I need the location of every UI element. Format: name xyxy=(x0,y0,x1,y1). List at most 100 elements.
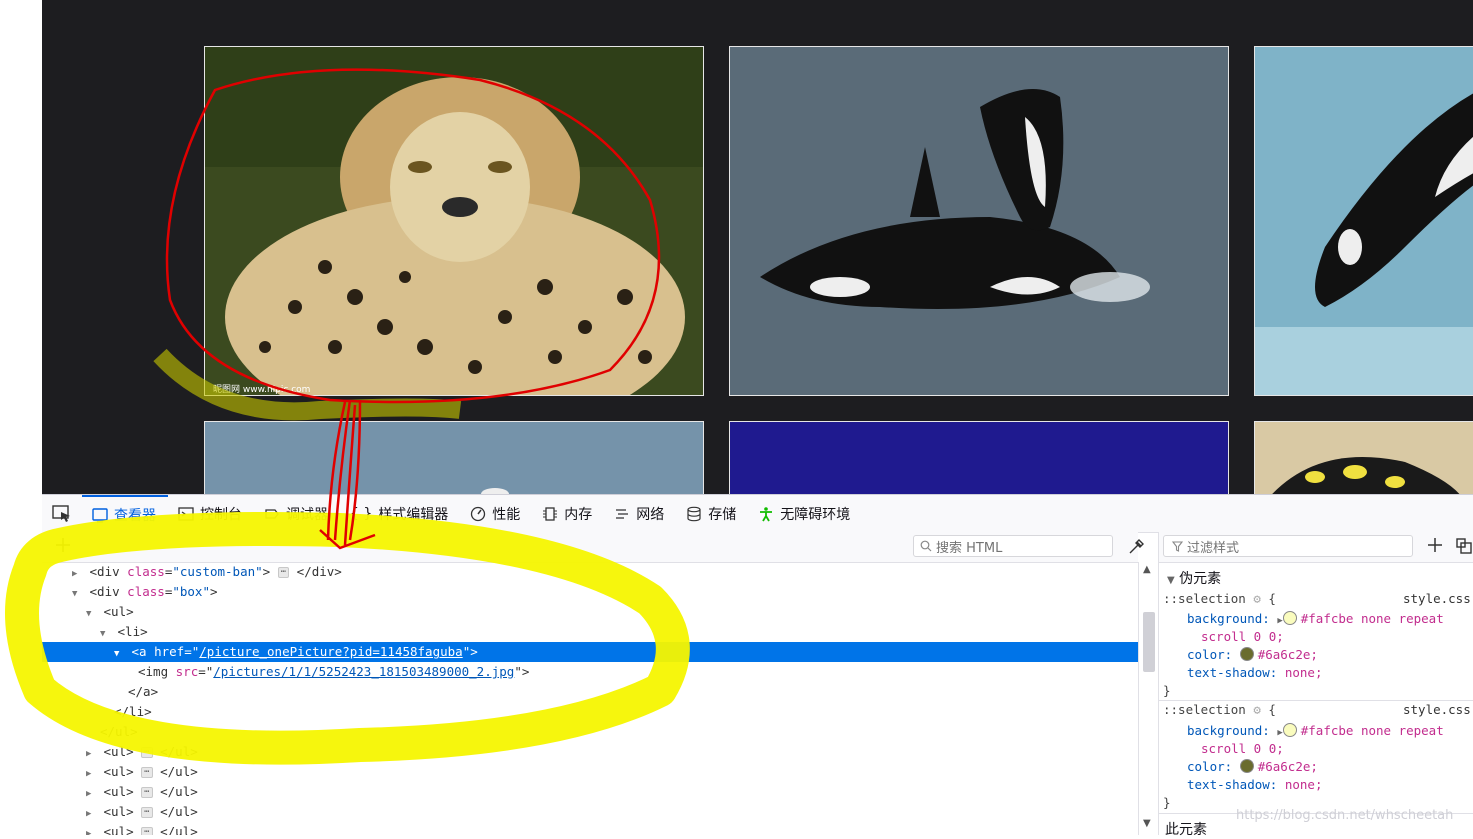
gallery-image-cheetah[interactable]: 昵图网 www.nipic.com xyxy=(204,46,704,396)
markup-node[interactable]: </li> xyxy=(42,702,1209,722)
collapsed-ellipsis[interactable]: ⋯ xyxy=(141,747,153,758)
rule-selector[interactable]: ::selection ⚙ { xyxy=(1163,590,1276,608)
collapsed-ellipsis[interactable]: ⋯ xyxy=(141,807,153,818)
expand-arrow-icon[interactable]: ▶ xyxy=(72,564,82,584)
gallery-image-sea[interactable] xyxy=(204,421,704,494)
scroll-up-icon[interactable]: ▲ xyxy=(1143,564,1151,575)
tab-accessibility[interactable]: 无障碍环境 xyxy=(748,495,862,532)
tab-performance[interactable]: 性能 xyxy=(460,495,532,532)
storage-icon xyxy=(687,506,701,521)
markup-node[interactable]: ▶ <ul> ⋯ </ul> xyxy=(42,802,1181,822)
color-swatch[interactable] xyxy=(1239,759,1254,773)
gear-icon[interactable]: ⚙ xyxy=(1253,591,1261,606)
expand-arrow-icon[interactable]: ▶ xyxy=(1277,728,1282,738)
markup-node[interactable]: ▼ <ul> xyxy=(42,602,1181,622)
tab-inspector[interactable]: 查看器 xyxy=(82,495,168,532)
collapse-arrow-icon[interactable]: ▼ xyxy=(86,604,96,624)
expand-arrow-icon[interactable]: ▶ xyxy=(86,744,96,764)
property-value: #6a6c2e; xyxy=(1257,759,1318,774)
expand-arrow-icon[interactable]: ▶ xyxy=(86,784,96,804)
declaration-text-shadow[interactable]: text-shadow: none; xyxy=(1187,664,1322,682)
filter-icon xyxy=(1172,540,1183,552)
tab-network[interactable]: 网络 xyxy=(604,495,676,532)
markup-node[interactable]: ▶ <ul> ⋯ </ul> xyxy=(42,782,1181,802)
tab-debugger[interactable]: 调试器 xyxy=(254,495,340,532)
expand-arrow-icon[interactable]: ▶ xyxy=(86,804,96,824)
scroll-down-icon[interactable]: ▼ xyxy=(1143,818,1151,829)
markup-scrollbar[interactable]: ▲ ▼ xyxy=(1138,562,1159,835)
devtools-panel: 查看器 控制台 调试器 { } 样式编辑器 性能 内存 网络 存储 无障碍环境 … xyxy=(42,494,1473,838)
tag-open: <a xyxy=(131,644,155,659)
gallery-image-butterfly[interactable] xyxy=(1254,421,1473,494)
eyedropper-icon xyxy=(1129,539,1144,554)
markup-node[interactable]: ▶ <ul> ⋯ </ul> xyxy=(42,762,1181,782)
markup-node[interactable]: <img src="/pictures/1/1/5252423_18150348… xyxy=(42,662,1233,682)
collapsed-ellipsis[interactable]: ⋯ xyxy=(141,767,153,778)
attr-value: "custom-ban" xyxy=(172,564,263,579)
declaration-background[interactable]: background: ▶ #fafcbe none repeat xyxy=(1187,610,1444,628)
rule-selector[interactable]: ::selection ⚙ { xyxy=(1163,701,1276,719)
markup-node[interactable]: ▶ <ul> ⋯ </ul> xyxy=(42,822,1181,835)
collapse-arrow-icon[interactable]: ▼ xyxy=(72,584,82,604)
tab-console[interactable]: 控制台 xyxy=(168,495,254,532)
tag-open: <li> xyxy=(117,624,148,639)
rule-source-link[interactable]: style.css xyxy=(1403,701,1471,719)
attr-name: class xyxy=(127,564,165,579)
collapse-arrow-icon[interactable]: ▼ xyxy=(100,624,110,644)
tab-storage[interactable]: 存储 xyxy=(676,495,748,532)
markup-node[interactable]: </ul> xyxy=(42,722,1195,742)
gear-icon[interactable]: ⚙ xyxy=(1253,702,1261,717)
selector-text: ::selection xyxy=(1163,591,1246,606)
declaration-color[interactable]: color: #6a6c2e; xyxy=(1187,758,1318,776)
add-node-button[interactable] xyxy=(54,536,74,556)
collapse-arrow-icon[interactable]: ▼ xyxy=(114,644,124,664)
tag-open: <ul> xyxy=(103,604,134,619)
markup-node[interactable]: ▶ <ul> ⋯ </ul> xyxy=(42,742,1181,762)
attr-name: src xyxy=(175,664,199,679)
declaration-color[interactable]: color: #6a6c2e; xyxy=(1187,646,1318,664)
rules-toolbar: 过滤样式 xyxy=(1159,532,1473,563)
expand-arrow-icon[interactable]: ▶ xyxy=(86,764,96,784)
declaration-continued: scroll 0 0; xyxy=(1201,628,1284,646)
scrollbar-thumb[interactable] xyxy=(1143,612,1155,672)
gallery-image-orca-jump[interactable] xyxy=(1254,46,1473,396)
element-picker-button[interactable] xyxy=(42,495,82,532)
color-swatch[interactable] xyxy=(1282,611,1297,625)
toggle-pseudo-class-button[interactable] xyxy=(1455,537,1473,559)
attr-name: class xyxy=(127,584,165,599)
add-rule-button[interactable] xyxy=(1427,536,1443,556)
markup-toolbar: 搜索 HTML xyxy=(42,532,1144,563)
tab-memory[interactable]: 内存 xyxy=(532,495,604,532)
eyedropper-button[interactable] xyxy=(1127,538,1145,560)
collapsed-ellipsis[interactable]: ⋯ xyxy=(141,787,153,798)
rule-source-link[interactable]: style.css xyxy=(1403,590,1471,608)
expand-arrow-icon[interactable]: ▶ xyxy=(1277,616,1282,626)
markup-node[interactable]: ▼ <li> xyxy=(42,622,1195,642)
search-icon xyxy=(920,540,932,552)
href-link[interactable]: /picture_onePicture?pid=11458faguba xyxy=(199,644,462,659)
color-swatch[interactable] xyxy=(1282,723,1297,737)
tab-label: 性能 xyxy=(492,506,521,523)
markup-node[interactable]: ▼ <div class="box"> xyxy=(42,582,1167,602)
property-value: scroll 0 0; xyxy=(1201,741,1284,756)
this-element-header[interactable]: 此元素 xyxy=(1165,819,1207,839)
markup-node[interactable]: ▶ <div class="custom-ban"> ⋯ </div> xyxy=(42,562,1167,582)
tag-end: </li> xyxy=(114,704,152,719)
src-link[interactable]: /pictures/1/1/5252423_181503489000_2.jpg xyxy=(213,664,514,679)
tag-end: </a> xyxy=(128,684,159,699)
markup-node[interactable]: </a> xyxy=(42,682,1223,702)
declaration-text-shadow[interactable]: text-shadow: none; xyxy=(1187,776,1322,794)
collapsed-ellipsis[interactable]: ⋯ xyxy=(277,567,290,578)
tag-end: </ul> xyxy=(160,804,198,819)
markup-node-selected[interactable]: ▼ <a href="/picture_onePicture?pid=11458… xyxy=(42,642,1209,662)
pseudo-elements-header[interactable]: ▼ 伪元素 xyxy=(1167,568,1221,588)
gallery-image-orca-pair[interactable] xyxy=(729,46,1229,396)
gallery-image-blue[interactable] xyxy=(729,421,1229,494)
expand-arrow-icon[interactable]: ▶ xyxy=(86,824,96,835)
tab-style-editor[interactable]: { } 样式编辑器 xyxy=(340,495,460,532)
declaration-background[interactable]: background: ▶ #fafcbe none repeat xyxy=(1187,722,1444,740)
search-html-input[interactable]: 搜索 HTML xyxy=(913,535,1113,557)
color-swatch[interactable] xyxy=(1239,647,1254,661)
filter-styles-input[interactable]: 过滤样式 xyxy=(1163,535,1413,557)
tab-label: 控制台 xyxy=(200,506,242,523)
